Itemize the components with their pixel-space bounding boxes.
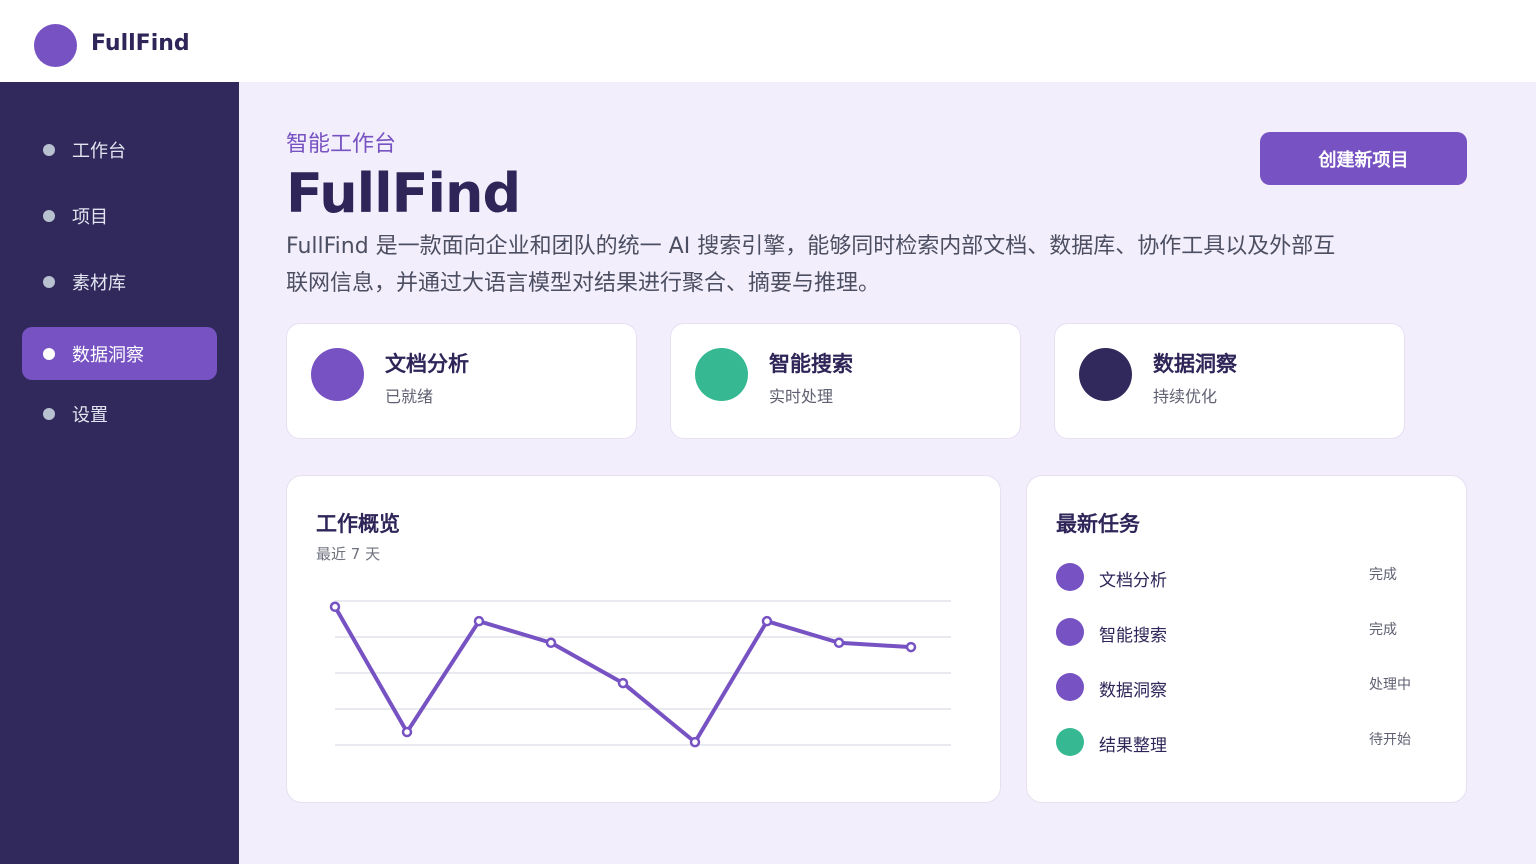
- sidebar-item-label: 项目: [72, 207, 108, 228]
- chart-point[interactable]: [545, 637, 557, 649]
- chart-point[interactable]: [329, 601, 341, 613]
- sidebar-item-label: 数据洞察: [72, 345, 144, 366]
- page-eyebrow: 智能工作台: [286, 132, 397, 157]
- status-dot-icon: [1056, 618, 1084, 646]
- sidebar-item-assets[interactable]: 素材库: [22, 255, 217, 308]
- sidebar-item-workbench[interactable]: 工作台: [22, 123, 217, 176]
- status-dot-icon: [311, 348, 364, 401]
- tasks-panel: 最新任务 文档分析 完成 智能搜索 完成 数据洞察 处理中 结果整理 待开始: [1026, 475, 1467, 803]
- status-dot-icon: [1056, 563, 1084, 591]
- top-bar: FullFind: [0, 0, 1536, 82]
- chart-point[interactable]: [617, 677, 629, 689]
- task-name: 数据洞察: [1099, 681, 1167, 701]
- task-item[interactable]: 结果整理 待开始: [1056, 727, 1436, 757]
- task-item[interactable]: 数据洞察 处理中: [1056, 672, 1436, 702]
- chart-point[interactable]: [833, 637, 845, 649]
- task-status: 完成: [1369, 567, 1397, 583]
- page-description: FullFind 是一款面向企业和团队的统一 AI 搜索引擎，能够同时检索内部文…: [286, 234, 1336, 296]
- sidebar-item-label: 素材库: [72, 273, 126, 294]
- tasks-title: 最新任务: [1056, 512, 1140, 536]
- stat-card-data-insights[interactable]: 数据洞察 持续优化: [1054, 323, 1405, 439]
- status-dot-icon: [1056, 728, 1084, 756]
- task-name: 结果整理: [1099, 736, 1167, 756]
- logo-icon: [34, 24, 77, 67]
- status-dot-icon: [695, 348, 748, 401]
- stat-card-smart-search[interactable]: 智能搜索 实时处理: [670, 323, 1021, 439]
- bullet-icon: [43, 348, 55, 360]
- sidebar-item-insights[interactable]: 数据洞察: [22, 327, 217, 380]
- task-status: 待开始: [1369, 732, 1411, 748]
- overview-panel: 工作概览 最近 7 天: [286, 475, 1001, 803]
- chart-point[interactable]: [473, 615, 485, 627]
- sidebar-item-settings[interactable]: 设置: [22, 387, 217, 440]
- task-item[interactable]: 文档分析 完成: [1056, 562, 1436, 592]
- task-status: 处理中: [1369, 677, 1411, 693]
- task-status: 完成: [1369, 622, 1397, 638]
- create-project-button[interactable]: 创建新项目: [1260, 132, 1467, 185]
- stat-title: 数据洞察: [1153, 352, 1237, 376]
- overview-line-chart: [329, 600, 951, 748]
- chart-point[interactable]: [689, 736, 701, 748]
- stat-card-doc-analysis[interactable]: 文档分析 已就绪: [286, 323, 637, 439]
- bullet-icon: [43, 210, 55, 222]
- brand-name: FullFind: [91, 31, 190, 56]
- chart-point[interactable]: [401, 726, 413, 738]
- chart-point[interactable]: [905, 641, 917, 653]
- status-dot-icon: [1056, 673, 1084, 701]
- task-name: 智能搜索: [1099, 626, 1167, 646]
- stat-title: 文档分析: [385, 352, 469, 376]
- bullet-icon: [43, 276, 55, 288]
- bullet-icon: [43, 144, 55, 156]
- status-dot-icon: [1079, 348, 1132, 401]
- stat-status: 实时处理: [769, 387, 834, 406]
- task-name: 文档分析: [1099, 571, 1167, 591]
- stat-status: 已就绪: [385, 387, 434, 406]
- sidebar-item-label: 设置: [72, 405, 108, 426]
- bullet-icon: [43, 408, 55, 420]
- sidebar: 工作台 项目 素材库 数据洞察 设置: [0, 82, 239, 864]
- sidebar-item-projects[interactable]: 项目: [22, 189, 217, 242]
- chart-series-line: [333, 605, 912, 745]
- stat-status: 持续优化: [1153, 387, 1218, 406]
- page-title: FullFind: [286, 162, 521, 225]
- task-item[interactable]: 智能搜索 完成: [1056, 617, 1436, 647]
- sidebar-item-label: 工作台: [72, 141, 126, 162]
- stat-title: 智能搜索: [769, 352, 853, 376]
- chart-point[interactable]: [761, 615, 773, 627]
